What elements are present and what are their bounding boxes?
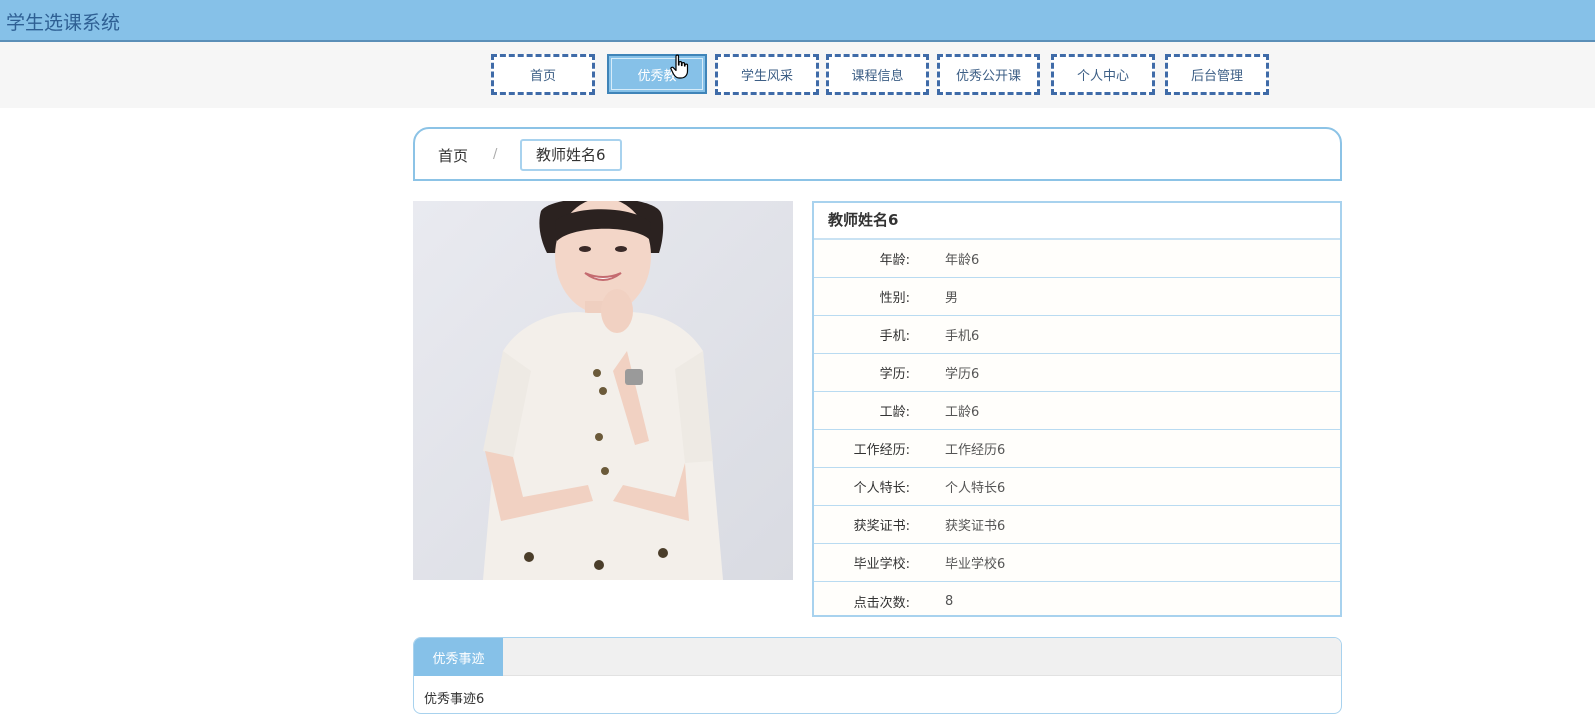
info-row-seniority: 工龄: 工龄6 [814, 392, 1340, 430]
tab-achievements[interactable]: 优秀事迹 [414, 638, 503, 676]
info-value: 毕业学校6 [945, 557, 1006, 572]
info-value: 获奖证书6 [945, 519, 1006, 534]
info-label: 性别: [879, 291, 910, 306]
info-value: 年龄6 [945, 253, 980, 268]
info-label: 学历: [879, 367, 910, 382]
info-value: 学历6 [945, 367, 980, 382]
info-value: 个人特长6 [945, 481, 1006, 496]
teacher-name: 教师姓名6 [814, 203, 1340, 240]
nav-bar: 首页 优秀教 学生风采 课程信息 优秀公开课 个人中心 后台管理 [0, 42, 1595, 108]
info-label: 点击次数: [853, 595, 910, 611]
info-row-work-history: 工作经历: 工作经历6 [814, 430, 1340, 468]
breadcrumb-home[interactable]: 首页 [438, 145, 468, 166]
teacher-info-panel: 教师姓名6 年龄: 年龄6 性别: 男 手机: 手机6 学历: 学历6 工龄: 工龄6 工… [812, 201, 1342, 617]
info-label: 年龄: [879, 253, 910, 268]
nav-admin[interactable]: 后台管理 [1165, 54, 1269, 95]
info-row-phone: 手机: 手机6 [814, 316, 1340, 354]
info-row-education: 学历: 学历6 [814, 354, 1340, 392]
breadcrumb-current: 教师姓名6 [520, 139, 622, 171]
info-value: 工作经历6 [945, 443, 1006, 458]
nav-excellent-teachers[interactable]: 优秀教 [607, 54, 707, 94]
info-row-age: 年龄: 年龄6 [814, 240, 1340, 278]
tab-content: 优秀事迹6 [424, 692, 485, 707]
nav-admin-label: 后台管理 [1190, 69, 1243, 84]
tab-bar: 优秀事迹 [414, 638, 1341, 676]
info-value: 男 [945, 291, 959, 306]
nav-open-courses[interactable]: 优秀公开课 [937, 54, 1040, 95]
info-label: 获奖证书: [853, 519, 910, 534]
teacher-photo [413, 201, 793, 580]
nav-course-info-label: 课程信息 [851, 69, 904, 84]
info-row-school: 毕业学校: 毕业学校6 [814, 544, 1340, 582]
nav-course-info[interactable]: 课程信息 [826, 54, 929, 95]
info-label: 毕业学校: [853, 557, 910, 572]
hand-cursor-icon [670, 54, 689, 79]
nav-student-style-label: 学生风采 [740, 69, 793, 84]
info-row-gender: 性别: 男 [814, 278, 1340, 316]
achievements-tabs: 优秀事迹 优秀事迹6 [413, 637, 1342, 714]
app-title: 学生选课系统 [6, 12, 121, 34]
top-header: 学生选课系统 [0, 0, 1595, 42]
breadcrumb-separator: / [493, 147, 498, 162]
info-value: 8 [945, 593, 954, 609]
info-label: 手机: [879, 329, 910, 344]
info-value: 工龄6 [945, 405, 980, 420]
info-label: 工龄: [879, 405, 910, 420]
nav-student-style[interactable]: 学生风采 [715, 54, 819, 95]
info-label: 工作经历: [853, 443, 910, 458]
breadcrumb: 首页 / 教师姓名6 [413, 127, 1342, 181]
info-label: 个人特长: [853, 481, 910, 496]
nav-home[interactable]: 首页 [491, 54, 595, 95]
nav-open-courses-label: 优秀公开课 [955, 69, 1021, 84]
nav-home-label: 首页 [529, 69, 556, 84]
nav-personal-center[interactable]: 个人中心 [1051, 54, 1155, 95]
info-value: 手机6 [945, 329, 980, 344]
nav-personal-center-label: 个人中心 [1076, 69, 1129, 84]
info-row-awards: 获奖证书: 获奖证书6 [814, 506, 1340, 544]
info-row-clicks: 点击次数: 8 [814, 582, 1340, 620]
info-row-specialty: 个人特长: 个人特长6 [814, 468, 1340, 506]
